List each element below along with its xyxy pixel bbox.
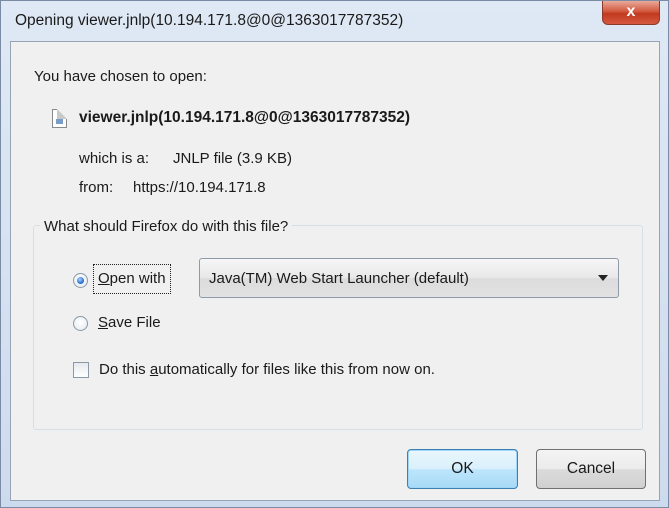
title-bar[interactable]: Opening viewer.jnlp(10.194.171.8@0@13630… [1,1,668,41]
close-icon: x [626,3,636,20]
save-file-label-rest: ave File [108,314,161,331]
source-url: https://10.194.171.8 [133,179,266,196]
save-file-access-key: S [98,314,109,331]
auto-access-key: a [149,361,159,378]
cancel-button[interactable]: Cancel [536,449,646,489]
application-select-value: Java(TM) Web Start Launcher (default) [209,270,469,287]
auto-checkbox-label[interactable]: Do this automatically for files like thi… [99,361,435,378]
open-with-access-key: O [98,270,110,287]
file-type-label: which is a: [79,150,150,167]
open-with-label[interactable]: Open with [93,264,171,294]
save-file-label[interactable]: Save File [98,314,161,331]
auto-label-before: Do this [99,361,150,378]
dialog-body: You have chosen to open: viewer.jnlp(10.… [10,41,660,501]
save-file-radio[interactable] [73,316,88,331]
document-icon [52,109,67,128]
chevron-down-icon [598,275,608,281]
source-label: from: [79,179,114,196]
auto-label-after: utomatically for files like this from no… [158,361,435,378]
auto-checkbox[interactable] [73,362,89,378]
close-button[interactable]: x [602,1,660,25]
file-open-dialog: Opening viewer.jnlp(10.194.171.8@0@13630… [0,0,669,508]
open-with-label-rest: pen with [109,270,166,287]
open-with-radio[interactable] [73,273,88,288]
file-type-value: JNLP file (3.9 KB) [173,150,292,167]
window-title: Opening viewer.jnlp(10.194.171.8@0@13630… [15,12,404,29]
file-name: viewer.jnlp(10.194.171.8@0@1363017787352… [79,109,410,126]
action-group-title: What should Firefox do with this file? [40,218,293,235]
intro-text: You have chosen to open: [34,68,207,85]
ok-button[interactable]: OK [407,449,518,489]
application-select[interactable]: Java(TM) Web Start Launcher (default) [199,258,619,298]
